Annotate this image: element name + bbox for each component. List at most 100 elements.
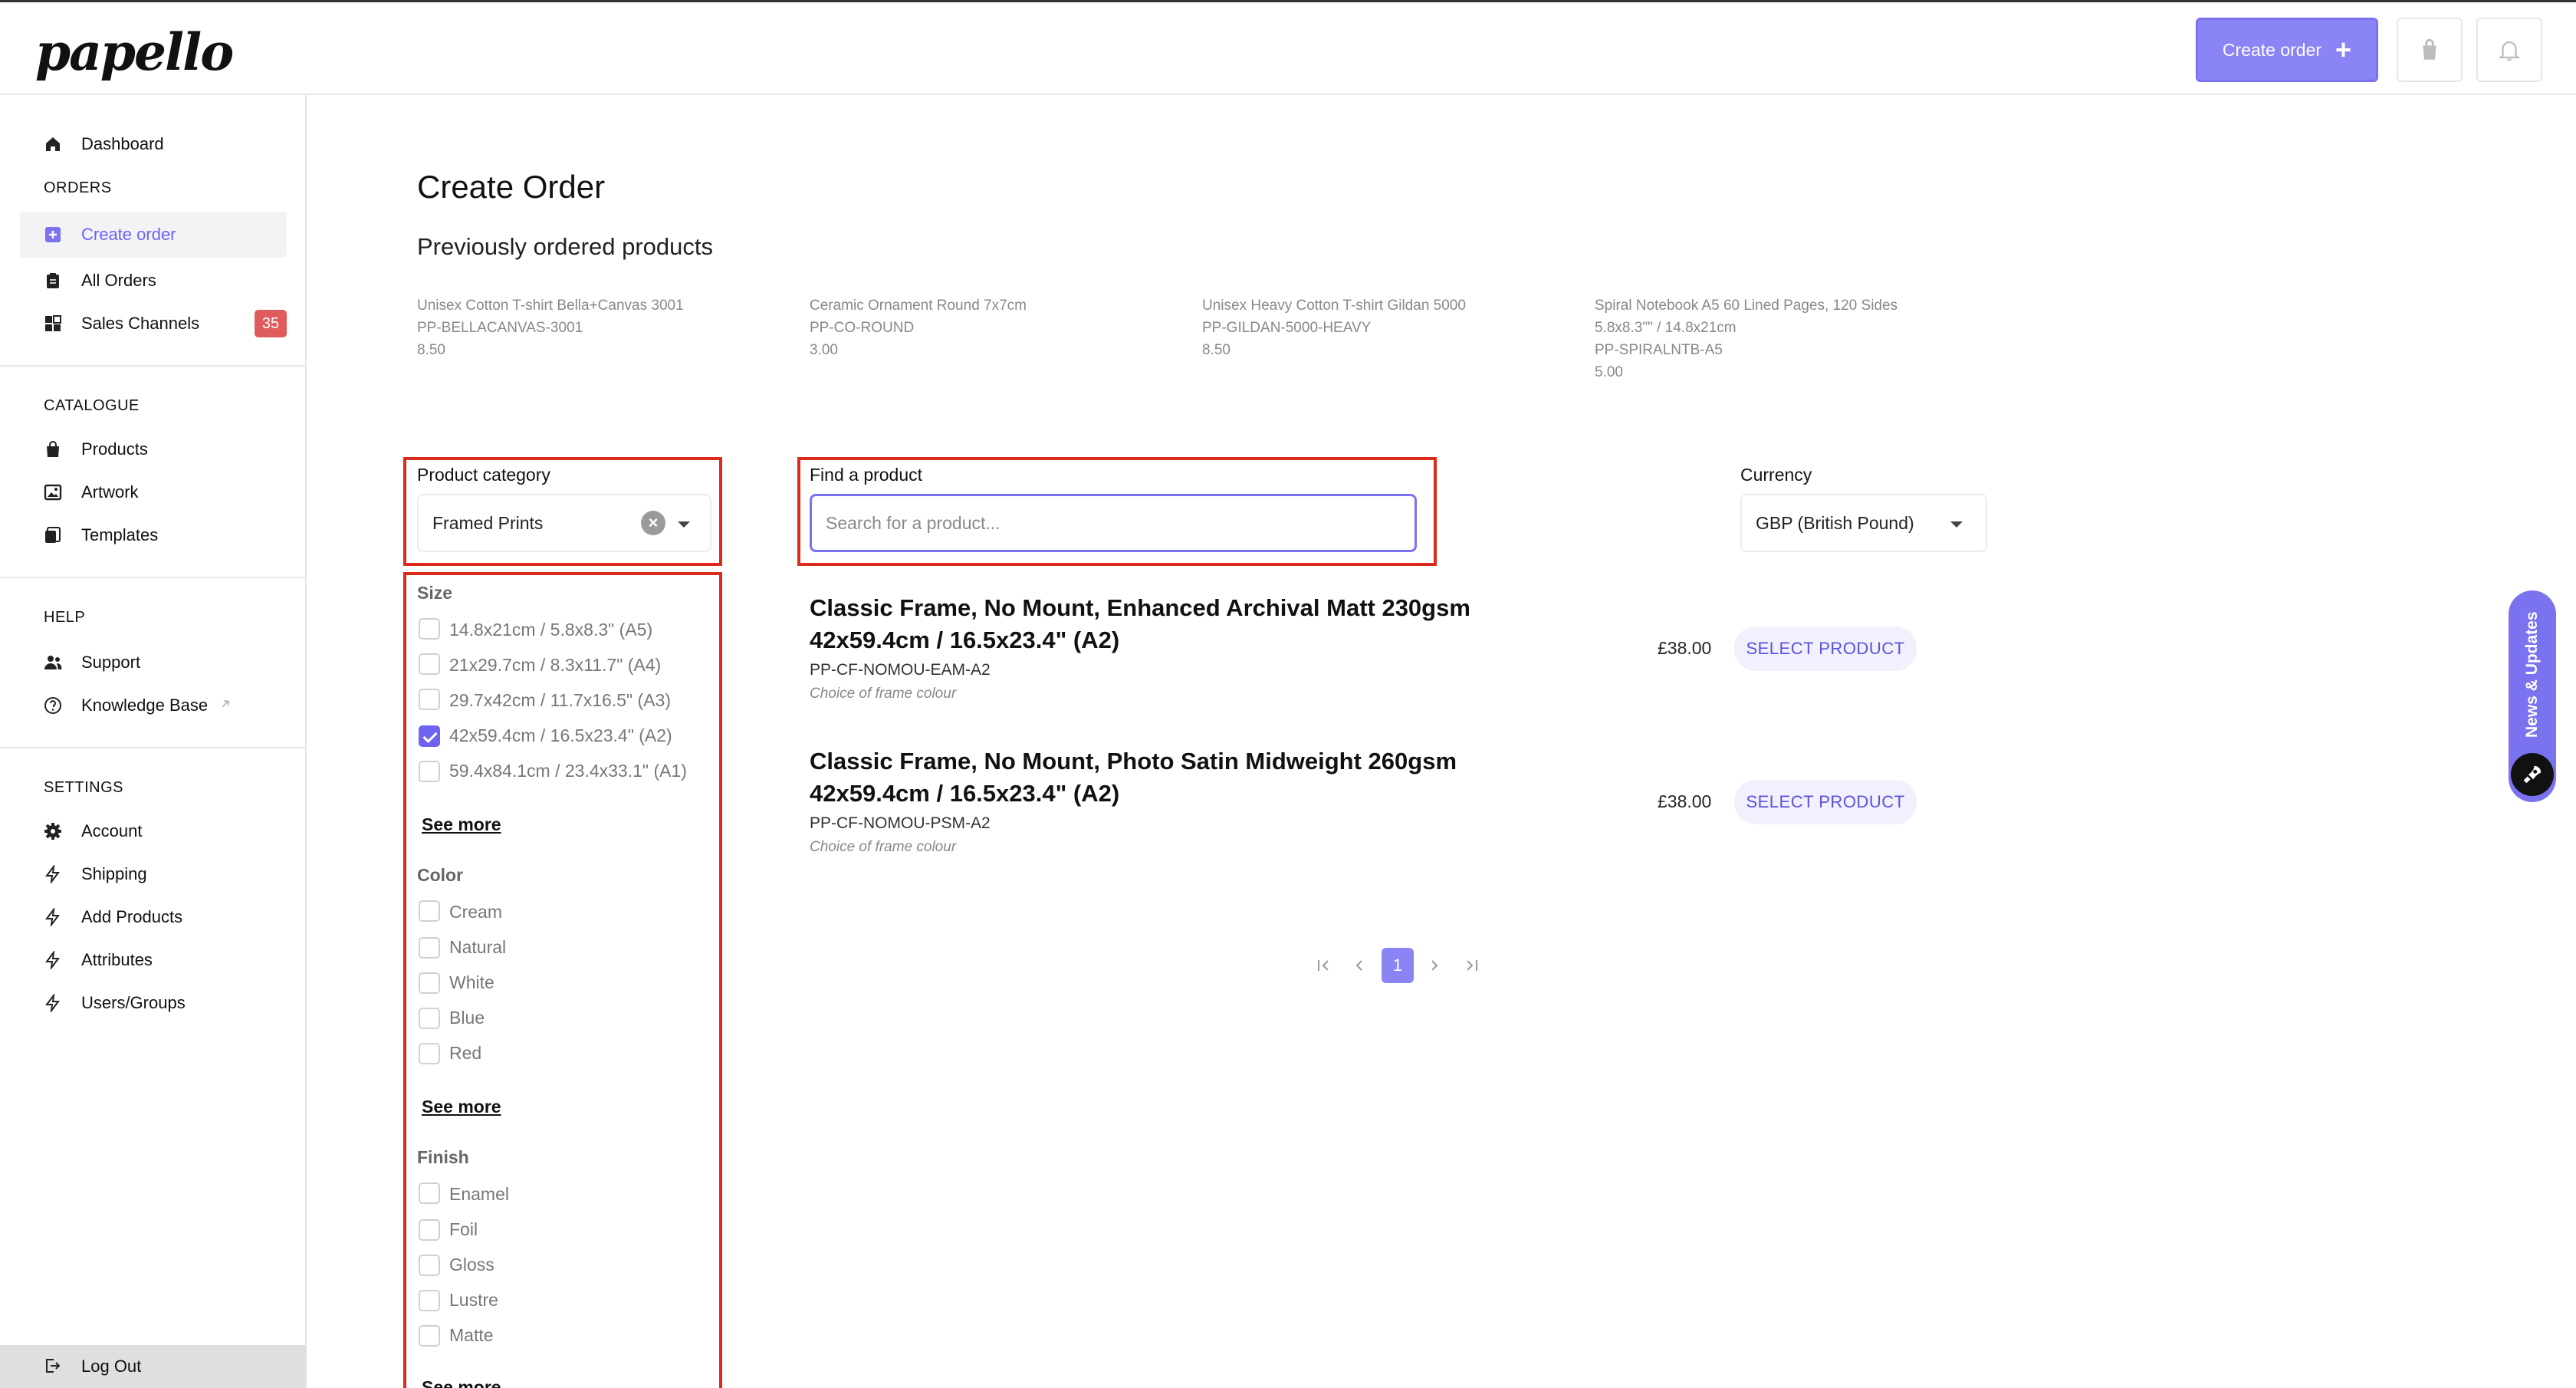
shopping-bag-icon bbox=[2423, 38, 2436, 60]
sidebar-item-artwork[interactable]: Artwork bbox=[20, 469, 287, 515]
plus-square-icon bbox=[43, 225, 63, 245]
previous-product[interactable]: Unisex Heavy Cotton T-shirt Gildan 5000 … bbox=[1202, 294, 1466, 361]
color-see-more-link[interactable]: See more bbox=[422, 1097, 501, 1117]
sidebar-item-all-orders[interactable]: All Orders bbox=[20, 258, 287, 304]
color-option-label: Natural bbox=[449, 937, 507, 957]
sidebar-item-templates[interactable]: Templates bbox=[20, 512, 287, 558]
finish-option-label: Gloss bbox=[449, 1255, 495, 1275]
template-icon bbox=[43, 525, 63, 545]
help-circle-icon bbox=[43, 696, 63, 715]
notifications-button[interactable] bbox=[2476, 18, 2542, 82]
product-category-select[interactable]: Framed Prints × bbox=[417, 494, 711, 552]
sidebar-item-create-order[interactable]: Create order bbox=[20, 212, 287, 258]
search-input[interactable] bbox=[810, 494, 1417, 552]
color-option-label: Cream bbox=[449, 902, 503, 922]
logout-label: Log Out bbox=[81, 1357, 142, 1376]
finish-checkbox[interactable] bbox=[419, 1219, 440, 1241]
plus-icon: + bbox=[2335, 34, 2352, 65]
currency-value: GBP (British Pound) bbox=[1756, 512, 1914, 533]
finish-see-more-link[interactable]: See more bbox=[422, 1377, 501, 1388]
color-checkbox[interactable] bbox=[419, 937, 440, 959]
create-order-button[interactable]: Create order + bbox=[2196, 18, 2378, 82]
previous-product[interactable]: Unisex Cotton T-shirt Bella+Canvas 3001 … bbox=[417, 294, 684, 361]
sidebar-item-dashboard[interactable]: Dashboard bbox=[20, 121, 287, 167]
size-checkbox[interactable] bbox=[419, 689, 440, 710]
sidebar-item-label: Users/Groups bbox=[81, 993, 186, 1012]
color-option-label: Red bbox=[449, 1043, 482, 1063]
top-bar: papello Create order + bbox=[0, 0, 2576, 95]
sidebar-item-account[interactable]: Account bbox=[20, 808, 287, 854]
select-product-button[interactable]: SELECT PRODUCT bbox=[1734, 627, 1917, 671]
sidebar-item-sales-channels[interactable]: Sales Channels 35 bbox=[20, 301, 287, 347]
finish-checkbox[interactable] bbox=[419, 1182, 440, 1204]
cart-button[interactable] bbox=[2397, 18, 2463, 82]
sidebar-item-label: Templates bbox=[81, 525, 159, 544]
finish-checkbox[interactable] bbox=[419, 1255, 440, 1276]
previous-product[interactable]: Spiral Notebook A5 60 Lined Pages, 120 S… bbox=[1595, 294, 1898, 383]
next-page-button[interactable] bbox=[1421, 948, 1447, 983]
product-sku: PP-CF-NOMOU-PSM-A2 bbox=[810, 814, 991, 832]
product-title[interactable]: Classic Frame, No Mount, Photo Satin Mid… bbox=[810, 745, 1457, 810]
color-checkbox[interactable] bbox=[419, 972, 440, 994]
sidebar: Dashboard ORDERS Create order All Orders… bbox=[0, 95, 307, 1388]
sidebar-item-label: Sales Channels bbox=[81, 314, 200, 333]
divider bbox=[0, 365, 307, 367]
size-option-label: 42x59.4cm / 16.5x23.4" (A2) bbox=[449, 725, 672, 745]
currency-select[interactable]: GBP (British Pound) bbox=[1740, 494, 1987, 552]
product-title[interactable]: Classic Frame, No Mount, Enhanced Archiv… bbox=[810, 592, 1470, 656]
finish-checkbox[interactable] bbox=[419, 1290, 440, 1311]
sidebar-item-products[interactable]: Products bbox=[20, 426, 287, 472]
sidebar-item-label: Account bbox=[81, 821, 143, 840]
grid-icon bbox=[43, 314, 63, 334]
divider bbox=[0, 747, 307, 748]
sidebar-item-shipping[interactable]: Shipping bbox=[20, 851, 287, 897]
chevron-down-icon bbox=[678, 521, 690, 528]
rocket-icon[interactable] bbox=[2511, 753, 2554, 796]
product-note: Choice of frame colour bbox=[810, 839, 957, 855]
previous-product-name: Unisex Heavy Cotton T-shirt Gildan 5000 bbox=[1202, 298, 1466, 314]
clear-icon[interactable]: × bbox=[641, 511, 665, 535]
chevron-right-icon bbox=[1431, 960, 1438, 971]
product-price: £38.00 bbox=[1658, 638, 1712, 658]
last-page-button[interactable] bbox=[1458, 948, 1484, 983]
sidebar-item-users-groups[interactable]: Users/Groups bbox=[20, 980, 287, 1026]
product-title-line: 42x59.4cm / 16.5x23.4" (A2) bbox=[810, 627, 1120, 653]
lightning-icon bbox=[43, 993, 63, 1013]
size-checkbox[interactable] bbox=[419, 618, 440, 640]
sidebar-item-knowledge-base[interactable]: Knowledge Base bbox=[20, 682, 287, 729]
color-checkbox[interactable] bbox=[419, 1008, 440, 1029]
size-checkbox-checked[interactable] bbox=[419, 725, 440, 747]
product-sku: PP-CF-NOMOU-EAM-A2 bbox=[810, 661, 991, 679]
product-note: Choice of frame colour bbox=[810, 686, 957, 702]
previous-product-name: Spiral Notebook A5 60 Lined Pages, 120 S… bbox=[1595, 298, 1898, 314]
previous-product[interactable]: Ceramic Ornament Round 7x7cm PP-CO-ROUND… bbox=[810, 294, 1027, 361]
previous-page-button[interactable] bbox=[1346, 948, 1372, 983]
logout-button[interactable]: Log Out bbox=[0, 1345, 307, 1388]
bell-icon bbox=[2498, 41, 2521, 61]
color-option-label: Blue bbox=[449, 1008, 485, 1028]
create-order-label: Create order bbox=[2222, 39, 2322, 60]
external-link-icon bbox=[219, 696, 232, 715]
color-checkbox[interactable] bbox=[419, 900, 440, 922]
size-checkbox[interactable] bbox=[419, 653, 440, 675]
previously-ordered-title: Previously ordered products bbox=[417, 233, 713, 260]
orders-section-label: ORDERS bbox=[44, 179, 112, 196]
clipboard-icon bbox=[43, 271, 63, 291]
color-checkbox[interactable] bbox=[419, 1043, 440, 1064]
select-product-button[interactable]: SELECT PRODUCT bbox=[1734, 780, 1917, 824]
size-option-label: 21x29.7cm / 8.3x11.7" (A4) bbox=[449, 655, 662, 675]
size-option-label: 14.8x21cm / 5.8x8.3" (A5) bbox=[449, 620, 653, 640]
sidebar-item-add-products[interactable]: Add Products bbox=[20, 894, 287, 940]
sidebar-item-attributes[interactable]: Attributes bbox=[20, 937, 287, 983]
lightning-icon bbox=[43, 950, 63, 970]
first-page-button[interactable] bbox=[1311, 948, 1337, 983]
papello-logo[interactable]: papello bbox=[35, 22, 234, 82]
finish-checkbox[interactable] bbox=[419, 1325, 440, 1347]
current-page-button[interactable]: 1 bbox=[1382, 948, 1414, 983]
size-see-more-link[interactable]: See more bbox=[422, 814, 501, 835]
previous-product-sku: PP-GILDAN-5000-HEAVY bbox=[1202, 320, 1372, 336]
size-checkbox[interactable] bbox=[419, 761, 440, 782]
currency-label: Currency bbox=[1740, 465, 1812, 485]
find-product-label: Find a product bbox=[810, 465, 923, 485]
sidebar-item-support[interactable]: Support bbox=[20, 640, 287, 686]
